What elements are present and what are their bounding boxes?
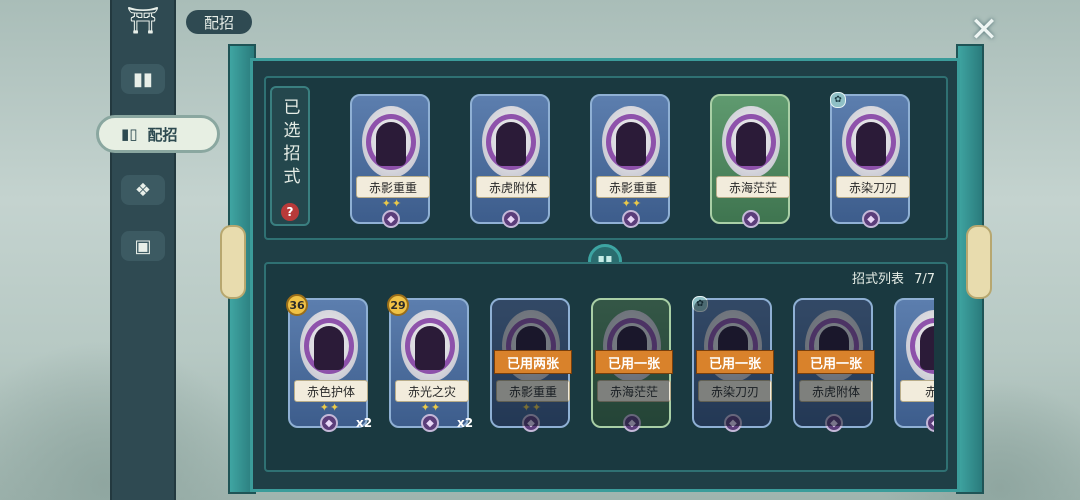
- card-silhouette: [376, 122, 406, 166]
- gem-icon: ◆: [382, 210, 400, 228]
- gem-icon: ◆: [320, 414, 338, 432]
- card-art: [906, 310, 934, 382]
- gem-icon: ◆: [825, 414, 843, 432]
- card-art: [482, 106, 540, 178]
- lotus-icon[interactable]: ❖: [121, 175, 165, 205]
- selected-card[interactable]: 赤虎附体 ◆: [470, 94, 550, 228]
- card-name: 赤影重重: [496, 380, 570, 402]
- sidebar: ⛩ ▮▮ ❖ ▣: [110, 0, 176, 500]
- help-icon[interactable]: ?: [281, 203, 299, 221]
- card-stars: ✦✦: [381, 197, 403, 210]
- gem-icon: ◆: [421, 414, 439, 432]
- level-badge: 36: [286, 294, 308, 316]
- selected-card[interactable]: 赤影重重 ✦✦ ◆: [350, 94, 430, 228]
- list-card[interactable]: 赤魔 ◆: [894, 298, 934, 432]
- scroll-knob-right: [966, 225, 992, 299]
- page-title: 配招: [186, 10, 252, 34]
- card-art: [401, 310, 459, 382]
- list-card[interactable]: 赤海茫茫 ◆ 已用一张: [591, 298, 673, 432]
- gem-icon: ◆: [862, 210, 880, 228]
- card-silhouette: [856, 122, 886, 166]
- card-name: 赤色护体: [294, 380, 368, 402]
- card-hand-icon: ▮▯: [121, 125, 138, 143]
- flower-icon: ✿: [692, 296, 708, 312]
- used-tag: 已用一张: [595, 350, 673, 374]
- card-name: 赤光之灾: [395, 380, 469, 402]
- used-tag: 已用一张: [696, 350, 774, 374]
- gem-icon: ◆: [926, 414, 934, 432]
- card-name: 赤染刀刃: [836, 176, 910, 198]
- card-silhouette: [496, 122, 526, 166]
- sidebar-item-label: 配招: [147, 125, 178, 144]
- card-art: [842, 106, 900, 178]
- card-silhouette: [920, 326, 934, 370]
- sidebar-item-loadout[interactable]: ▮▯ 配招: [96, 115, 220, 153]
- gem-icon: ◆: [623, 414, 641, 432]
- close-icon[interactable]: ✕: [966, 10, 1002, 50]
- list-card[interactable]: 赤色护体 ✦✦ ◆ 36 x2: [286, 294, 372, 432]
- card-art: [602, 106, 660, 178]
- cards-icon[interactable]: ▮▮: [121, 64, 165, 94]
- card-count: x2: [356, 416, 373, 430]
- gem-icon: ◆: [622, 210, 640, 228]
- card-stars: ✦✦: [521, 401, 543, 414]
- card-silhouette: [415, 326, 445, 370]
- list-card[interactable]: 赤光之灾 ✦✦ ◆ 29 x2: [387, 294, 473, 432]
- flower-icon: ✿: [830, 92, 846, 108]
- card-icon[interactable]: ▣: [121, 231, 165, 261]
- gem-icon: ◆: [742, 210, 760, 228]
- gem-icon: ◆: [724, 414, 742, 432]
- card-silhouette: [736, 122, 766, 166]
- card-art: [722, 106, 780, 178]
- card-name: 赤染刀刃: [698, 380, 772, 402]
- card-stars: ✦✦: [420, 401, 442, 414]
- used-tag: 已用一张: [797, 350, 875, 374]
- selected-card[interactable]: 赤影重重 ✦✦ ◆: [590, 94, 670, 228]
- card-silhouette: [616, 122, 646, 166]
- card-name: 赤影重重: [596, 176, 670, 198]
- card-silhouette: [314, 326, 344, 370]
- card-name: 赤影重重: [356, 176, 430, 198]
- pavilion-icon[interactable]: ⛩: [121, 6, 165, 36]
- card-stars: ✦✦: [319, 401, 341, 414]
- list-card[interactable]: 赤虎附体 ◆ 已用一张: [793, 298, 875, 432]
- card-list[interactable]: 赤色护体 ✦✦ ◆ 36 x2 赤光之灾 ✦✦ ◆ 29 x2 赤影重重 ✦✦ ◆ 已用两张 赤海茫茫 ◆ 已用…: [282, 262, 934, 468]
- card-art: [300, 310, 358, 382]
- level-badge: 29: [387, 294, 409, 316]
- used-tag: 已用两张: [494, 350, 572, 374]
- card-name: 赤魔: [900, 380, 934, 402]
- card-art: [362, 106, 420, 178]
- card-name: 赤虎附体: [799, 380, 873, 402]
- selected-card[interactable]: 赤海茫茫 ◆: [710, 94, 790, 228]
- gem-icon: ◆: [502, 210, 520, 228]
- card-count: x2: [457, 416, 474, 430]
- card-name: 赤虎附体: [476, 176, 550, 198]
- gem-icon: ◆: [522, 414, 540, 432]
- card-name: 赤海茫茫: [716, 176, 790, 198]
- card-stars: ✦✦: [621, 197, 643, 210]
- card-name: 赤海茫茫: [597, 380, 671, 402]
- scroll-knob-left: [220, 225, 246, 299]
- list-card[interactable]: 赤染刀刃 ◆ ✿ 已用一张: [692, 296, 774, 432]
- list-card[interactable]: 赤影重重 ✦✦ ◆ 已用两张: [490, 298, 572, 432]
- selected-card[interactable]: 赤染刀刃 ◆ ✿: [830, 92, 910, 228]
